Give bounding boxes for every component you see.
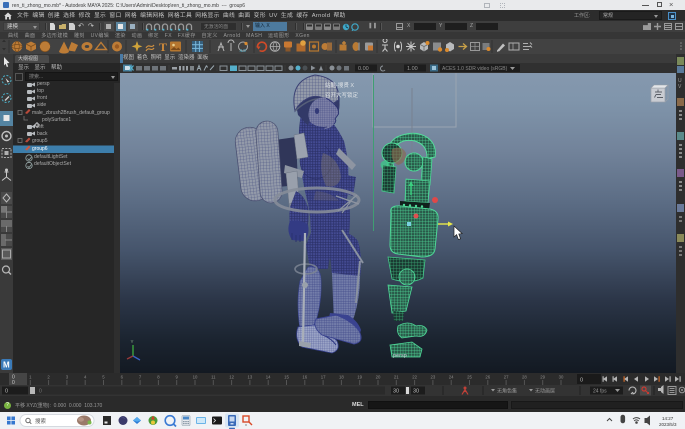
svg-text:16: 16 xyxy=(302,375,307,380)
svg-text:1.00: 1.00 xyxy=(407,66,418,72)
svg-text:19: 19 xyxy=(357,375,362,380)
svg-text:11: 11 xyxy=(211,375,216,380)
svg-text:10: 10 xyxy=(193,375,198,380)
svg-text:1: 1 xyxy=(29,375,32,380)
svg-text:召开大写锁定: 召开大写锁定 xyxy=(325,91,359,99)
svg-text:7: 7 xyxy=(139,375,142,380)
svg-text:0: 0 xyxy=(5,389,8,395)
svg-text:15: 15 xyxy=(284,375,289,380)
svg-text:23: 23 xyxy=(431,375,436,380)
svg-text:无角色集: 无角色集 xyxy=(497,388,517,395)
svg-text:6: 6 xyxy=(121,375,124,380)
svg-text:无动画层: 无动画层 xyxy=(535,388,555,395)
svg-text:29: 29 xyxy=(540,375,545,380)
svg-text:5: 5 xyxy=(102,375,105,380)
svg-text:M: M xyxy=(3,361,10,370)
svg-text:25: 25 xyxy=(467,375,472,380)
svg-text:0.00: 0.00 xyxy=(358,66,369,72)
svg-text:3: 3 xyxy=(66,375,69,380)
svg-text:4: 4 xyxy=(84,375,87,380)
svg-text:13: 13 xyxy=(248,375,253,380)
svg-text:14:27: 14:27 xyxy=(662,416,674,421)
svg-text:30: 30 xyxy=(559,375,564,380)
svg-text:V: V xyxy=(678,84,682,90)
svg-text:20: 20 xyxy=(376,375,381,380)
svg-text:persp: persp xyxy=(393,353,407,359)
svg-text:21: 21 xyxy=(394,375,399,380)
svg-text:9: 9 xyxy=(176,375,179,380)
svg-text:0: 0 xyxy=(39,389,42,395)
svg-text:4.0: 4.0 xyxy=(240,48,247,53)
svg-text:30: 30 xyxy=(393,389,399,395)
svg-text:18: 18 xyxy=(339,375,344,380)
svg-text:30: 30 xyxy=(413,389,419,395)
svg-text:28: 28 xyxy=(522,375,527,380)
svg-text:24 fps: 24 fps xyxy=(593,389,607,395)
svg-text:搜索: 搜索 xyxy=(35,417,47,425)
svg-text:8: 8 xyxy=(157,375,160,380)
svg-text:2: 2 xyxy=(47,375,50,380)
svg-text:站酷-搜贤 X: 站酷-搜贤 X xyxy=(325,81,354,89)
svg-text:Y: Y xyxy=(131,339,134,344)
svg-text:0: 0 xyxy=(580,378,583,384)
svg-text:27: 27 xyxy=(504,375,509,380)
svg-text:14: 14 xyxy=(266,375,271,380)
svg-text:2023/5/3: 2023/5/3 xyxy=(659,422,677,427)
svg-text:22: 22 xyxy=(412,375,417,380)
svg-text:12: 12 xyxy=(229,375,234,380)
svg-text:ACES 1.0 SDR video (sRGB): ACES 1.0 SDR video (sRGB) xyxy=(442,66,508,72)
svg-text:24: 24 xyxy=(449,375,454,380)
svg-text:26: 26 xyxy=(485,375,490,380)
svg-text:17: 17 xyxy=(321,375,326,380)
svg-text:T: T xyxy=(159,40,167,54)
